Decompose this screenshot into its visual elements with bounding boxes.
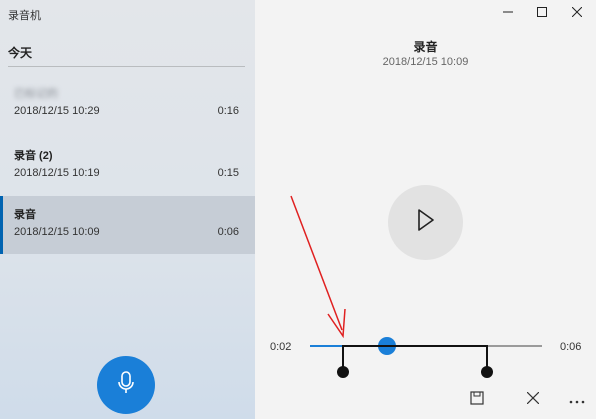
player-pane: 录音 2018/12/15 10:09 0:02 0:06: [255, 0, 596, 419]
recording-duration: 0:16: [217, 105, 239, 117]
recording-name: 已标记的: [14, 88, 58, 100]
recording-name: 录音 (2): [14, 150, 53, 162]
recording-date: 2018/12/15 10:29: [14, 105, 100, 117]
recording-duration: 0:15: [217, 167, 239, 179]
minimize-button[interactable]: [491, 0, 525, 26]
more-icon: [569, 391, 585, 409]
play-button[interactable]: [388, 185, 463, 260]
close-icon: [571, 4, 583, 22]
maximize-icon: [537, 4, 547, 22]
save-button[interactable]: [467, 390, 487, 410]
player-date: 2018/12/15 10:09: [382, 56, 469, 68]
cancel-button[interactable]: [523, 390, 543, 410]
minimize-icon: [503, 4, 513, 22]
recording-name: 录音: [14, 209, 36, 221]
recording-date: 2018/12/15 10:09: [14, 226, 100, 238]
app-title: 录音机: [8, 10, 41, 22]
trim-end-handle: [481, 366, 493, 378]
player-title: 录音: [413, 40, 438, 54]
recording-duration: 0:06: [217, 226, 239, 238]
play-icon: [417, 209, 435, 236]
cancel-icon: [526, 391, 540, 409]
more-button[interactable]: [567, 390, 587, 410]
recording-item[interactable]: 录音 (2) 2018/12/15 10:19 0:15: [0, 137, 255, 195]
trim-markers: [337, 345, 493, 378]
recording-item-selected[interactable]: 录音 2018/12/15 10:09 0:06: [0, 196, 255, 254]
maximize-button[interactable]: [525, 0, 559, 26]
record-button[interactable]: [97, 356, 155, 414]
trim-start-handle: [337, 366, 349, 378]
close-button[interactable]: [560, 0, 594, 26]
section-title: 今天: [8, 46, 33, 60]
mic-icon: [117, 370, 135, 400]
recordings-pane: 录音机 今天 已标记的 2018/12/15 10:29 0:16 录音 (2)…: [0, 0, 255, 419]
recording-item[interactable]: 已标记的 2018/12/15 10:29 0:16: [0, 75, 255, 133]
save-icon: [470, 390, 484, 410]
recording-date: 2018/12/15 10:19: [14, 167, 100, 179]
section-divider: [8, 66, 245, 67]
